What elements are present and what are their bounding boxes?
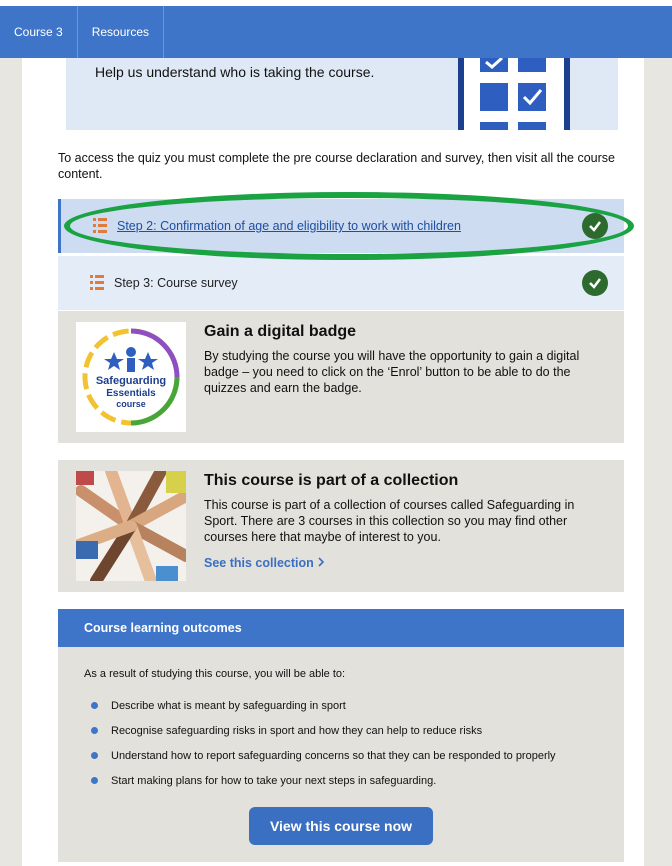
bullet-icon — [91, 777, 98, 784]
check-circle-icon — [582, 213, 608, 239]
hands-together-photo — [70, 465, 192, 587]
checklist-illustration — [458, 56, 570, 130]
step-3-item[interactable]: Step 3: Course survey — [58, 256, 624, 310]
outcome-text: Start making plans for how to take your … — [111, 774, 437, 787]
collection-description: This course is part of a collection of c… — [204, 498, 575, 544]
step-2-link[interactable]: Step 2: Confirmation of age and eligibil… — [117, 219, 461, 233]
list-item: Start making plans for how to take your … — [84, 768, 556, 793]
collection-title: This course is part of a collection — [204, 472, 459, 489]
svg-text:Essentials: Essentials — [106, 388, 156, 399]
nav-bar: Course 3 Resources — [0, 6, 672, 58]
outcome-text: Describe what is meant by safeguarding i… — [111, 699, 346, 712]
collection-card: This course is part of a collection This… — [58, 460, 624, 592]
learning-outcomes-panel: Course learning outcomes As a result of … — [58, 609, 624, 862]
safeguarding-badge-image: Safeguarding Essentials course — [76, 322, 186, 432]
outcome-text: Understand how to report safeguarding co… — [111, 749, 556, 762]
list-item: Understand how to report safeguarding co… — [84, 743, 556, 768]
digital-badge-card: Safeguarding Essentials course Gain a di… — [58, 311, 624, 443]
see-collection-label: See this collection — [204, 556, 314, 570]
svg-text:Safeguarding: Safeguarding — [96, 375, 166, 387]
step-3-link[interactable]: Step 3: Course survey — [114, 276, 238, 290]
learning-outcomes-intro: As a result of studying this course, you… — [84, 668, 346, 680]
badge-title: Gain a digital badge — [204, 323, 357, 340]
page-content: Help us understand who is taking the cou… — [22, 56, 644, 866]
outcome-text: Recognise safeguarding risks in sport an… — [111, 724, 483, 737]
svg-text:course: course — [116, 399, 146, 409]
learning-outcomes-list: Describe what is meant by safeguarding i… — [84, 693, 556, 793]
see-collection-link[interactable]: See this collection — [204, 556, 325, 570]
bullet-icon — [91, 752, 98, 759]
list-icon — [90, 275, 104, 291]
survey-banner: Help us understand who is taking the cou… — [66, 56, 618, 130]
top-navigation: Course 3 Resources — [0, 0, 672, 58]
learning-outcomes-heading: Course learning outcomes — [58, 609, 624, 647]
bullet-icon — [91, 727, 98, 734]
list-icon — [93, 218, 107, 234]
step-2-item[interactable]: Step 2: Confirmation of age and eligibil… — [58, 199, 624, 253]
view-course-button[interactable]: View this course now — [249, 807, 433, 845]
list-item: Describe what is meant by safeguarding i… — [84, 693, 556, 718]
chevron-right-icon — [317, 556, 325, 570]
quiz-access-instructions: To access the quiz you must complete the… — [58, 151, 616, 181]
bullet-icon — [91, 702, 98, 709]
check-circle-icon — [582, 270, 608, 296]
badge-description: By studying the course you will have the… — [204, 349, 580, 395]
nav-tab-course-3[interactable]: Course 3 — [0, 6, 78, 58]
list-item: Recognise safeguarding risks in sport an… — [84, 718, 556, 743]
nav-tab-resources[interactable]: Resources — [78, 6, 165, 58]
survey-banner-text: Help us understand who is taking the cou… — [95, 64, 375, 80]
